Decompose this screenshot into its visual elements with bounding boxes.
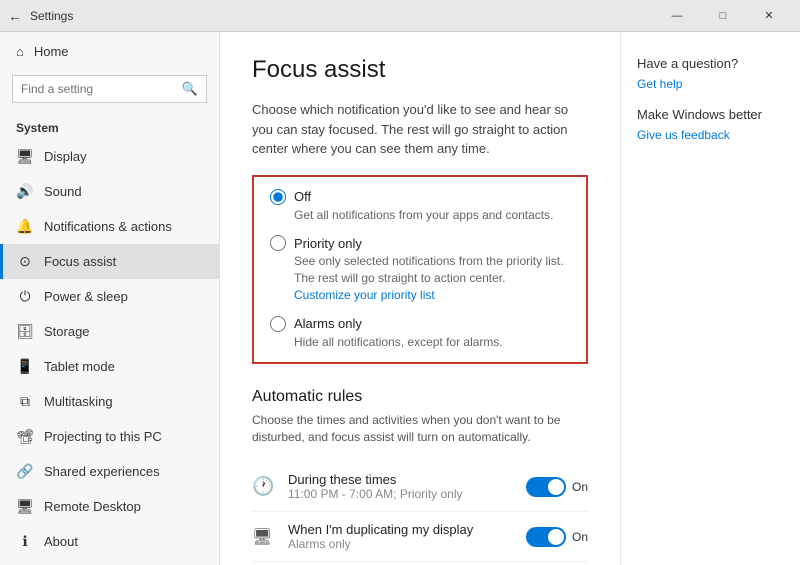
sidebar-item-multitasking[interactable]: ⧉ Multitasking xyxy=(0,384,219,419)
rule-duplicating-sub: Alarms only xyxy=(288,537,526,551)
search-input[interactable] xyxy=(21,82,182,96)
about-icon: ℹ xyxy=(16,533,34,550)
rule-times-icon: 🕐 xyxy=(252,476,288,497)
customize-priority-link[interactable]: Customize your priority list xyxy=(294,288,435,302)
rule-duplicating-icon: 🖥 xyxy=(252,527,288,547)
title-bar: ← Settings — □ ✕ xyxy=(0,0,800,32)
back-icon[interactable]: ← xyxy=(8,8,22,24)
sidebar-item-label: Shared experiences xyxy=(44,464,160,479)
close-button[interactable]: ✕ xyxy=(746,0,792,32)
rule-duplicating-toggle-label: On xyxy=(572,530,588,544)
mode-alarms-desc: Hide all notifications, except for alarm… xyxy=(270,334,570,351)
notifications-icon: 🔔 xyxy=(16,218,34,235)
automatic-rules-desc: Choose the times and activities when you… xyxy=(252,412,588,446)
sidebar-item-label: Focus assist xyxy=(44,254,116,269)
rule-duplicating-toggle-container: On xyxy=(526,527,588,547)
mode-priority-label[interactable]: Priority only xyxy=(294,236,362,251)
sidebar-item-label: Tablet mode xyxy=(44,359,115,374)
sidebar-item-projecting[interactable]: 📽 Projecting to this PC xyxy=(0,419,219,454)
automatic-rules-title: Automatic rules xyxy=(252,388,588,406)
sidebar-item-label: Notifications & actions xyxy=(44,219,172,234)
sidebar-item-label: Sound xyxy=(44,184,82,199)
remote-icon: 🖥 xyxy=(16,498,34,515)
focus-assist-icon: ⊙ xyxy=(16,253,34,270)
shared-icon: 🔗 xyxy=(16,463,34,480)
rule-times-toggle-label: On xyxy=(572,480,588,494)
mode-off-option: Off Get all notifications from your apps… xyxy=(270,189,570,224)
rule-duplicating-row: 🖥 When I'm duplicating my display Alarms… xyxy=(252,512,588,562)
feedback-link[interactable]: Give us feedback xyxy=(637,128,784,142)
sidebar-item-label: Power & sleep xyxy=(44,289,128,304)
rule-times-row: 🕐 During these times 11:00 PM - 7:00 AM;… xyxy=(252,462,588,512)
mode-priority-radio[interactable] xyxy=(270,235,286,251)
rule-duplicating-text: When I'm duplicating my display Alarms o… xyxy=(288,522,526,551)
mode-alarms-label[interactable]: Alarms only xyxy=(294,316,362,331)
sidebar-item-tablet[interactable]: 📱 Tablet mode xyxy=(0,349,219,384)
rule-times-text: During these times 11:00 PM - 7:00 AM; P… xyxy=(288,472,526,501)
rule-times-sub: 11:00 PM - 7:00 AM; Priority only xyxy=(288,487,526,501)
sidebar-item-sound[interactable]: 🔊 Sound xyxy=(0,174,219,209)
sidebar-item-label: Display xyxy=(44,149,87,164)
storage-icon: 🗄 xyxy=(16,323,34,340)
projecting-icon: 📽 xyxy=(16,428,34,445)
sidebar-item-about[interactable]: ℹ About xyxy=(0,524,219,559)
page-description: Choose which notification you'd like to … xyxy=(252,100,588,159)
minimize-button[interactable]: — xyxy=(654,0,700,32)
sidebar: ⌂ Home 🔍 System 🖥 Display 🔊 Sound 🔔 Noti… xyxy=(0,32,220,565)
power-icon: ⏻ xyxy=(16,288,34,305)
sidebar-item-label: Storage xyxy=(44,324,90,339)
sidebar-item-power[interactable]: ⏻ Power & sleep xyxy=(0,279,219,314)
sidebar-item-storage[interactable]: 🗄 Storage xyxy=(0,314,219,349)
multitasking-icon: ⧉ xyxy=(16,393,34,410)
sidebar-item-label: Remote Desktop xyxy=(44,499,141,514)
mode-priority-option: Priority only See only selected notifica… xyxy=(270,235,570,303)
mode-priority-desc: See only selected notifications from the… xyxy=(270,253,570,303)
question-title: Have a question? xyxy=(637,56,784,71)
sidebar-item-label: About xyxy=(44,534,78,549)
sidebar-item-display[interactable]: 🖥 Display xyxy=(0,139,219,174)
sidebar-item-remote[interactable]: 🖥 Remote Desktop xyxy=(0,489,219,524)
sidebar-item-shared[interactable]: 🔗 Shared experiences xyxy=(0,454,219,489)
display-icon: 🖥 xyxy=(16,148,34,165)
right-panel: Have a question? Get help Make Windows b… xyxy=(620,32,800,565)
page-title: Focus assist xyxy=(252,56,588,84)
mode-off-label[interactable]: Off xyxy=(294,189,311,204)
rule-duplicating-toggle[interactable] xyxy=(526,527,566,547)
mode-off-desc: Get all notifications from your apps and… xyxy=(270,207,570,224)
rule-duplicating-name: When I'm duplicating my display xyxy=(288,522,526,537)
sidebar-item-focus-assist[interactable]: ⊙ Focus assist xyxy=(0,244,219,279)
sidebar-item-label: Projecting to this PC xyxy=(44,429,162,444)
tablet-icon: 📱 xyxy=(16,358,34,375)
rule-times-name: During these times xyxy=(288,472,526,487)
get-help-link[interactable]: Get help xyxy=(637,77,784,91)
feedback-title: Make Windows better xyxy=(637,107,784,122)
mode-alarms-radio[interactable] xyxy=(270,316,286,332)
sound-icon: 🔊 xyxy=(16,183,34,200)
app-title: Settings xyxy=(30,9,73,23)
rule-times-toggle[interactable] xyxy=(526,477,566,497)
window-controls: — □ ✕ xyxy=(654,0,792,32)
mode-selection-box: Off Get all notifications from your apps… xyxy=(252,175,588,365)
sidebar-item-label: Multitasking xyxy=(44,394,113,409)
sidebar-item-notifications[interactable]: 🔔 Notifications & actions xyxy=(0,209,219,244)
mode-alarms-option: Alarms only Hide all notifications, exce… xyxy=(270,316,570,351)
sidebar-section-label: System xyxy=(0,111,219,139)
home-label: Home xyxy=(34,44,69,59)
mode-off-radio[interactable] xyxy=(270,189,286,205)
rule-times-toggle-container: On xyxy=(526,477,588,497)
maximize-button[interactable]: □ xyxy=(700,0,746,32)
sidebar-home-button[interactable]: ⌂ Home xyxy=(0,32,219,71)
search-icon: 🔍 xyxy=(182,81,198,97)
main-content: Focus assist Choose which notification y… xyxy=(220,32,620,565)
search-box[interactable]: 🔍 xyxy=(12,75,207,103)
home-icon: ⌂ xyxy=(16,44,24,59)
